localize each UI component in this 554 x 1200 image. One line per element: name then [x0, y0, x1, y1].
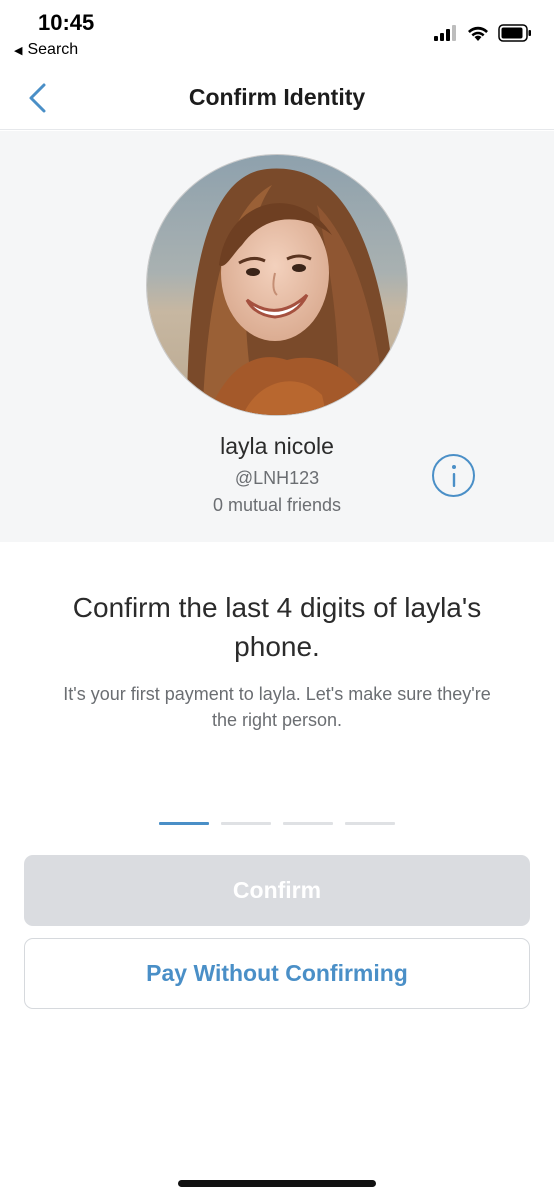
- pay-without-confirming-button[interactable]: Pay Without Confirming: [24, 938, 530, 1009]
- digit-slot-2[interactable]: [221, 822, 271, 825]
- profile-card: layla nicole @LNH123 0 mutual friends: [0, 131, 554, 542]
- status-time: 10:45: [38, 10, 95, 35]
- back-app-label: Search: [27, 41, 79, 58]
- profile-name: layla nicole: [220, 433, 334, 459]
- info-button[interactable]: [432, 454, 475, 497]
- home-indicator[interactable]: [178, 1180, 376, 1187]
- mutual-friends-count: 0 mutual friends: [212, 495, 342, 515]
- status-icons: [434, 24, 532, 42]
- avatar: [146, 154, 408, 416]
- status-bar: 10:45 ◀ Search: [0, 0, 554, 68]
- back-to-app-link[interactable]: ◀ Search: [14, 41, 78, 59]
- nav-bar: Confirm Identity: [0, 68, 554, 130]
- signal-icon: [434, 25, 456, 41]
- info-icon: [451, 464, 456, 487]
- wifi-icon: [468, 26, 488, 41]
- digit-slot-4[interactable]: [345, 822, 395, 825]
- digit-entry[interactable]: [159, 822, 395, 825]
- confirm-headline: Confirm the last 4 digits of layla's pho…: [72, 592, 482, 662]
- back-triangle-icon: ◀: [14, 44, 23, 57]
- confirm-button[interactable]: Confirm: [24, 855, 530, 926]
- digit-slot-1[interactable]: [159, 822, 209, 825]
- digit-slot-3[interactable]: [283, 822, 333, 825]
- page-title: Confirm Identity: [188, 84, 366, 110]
- avatar-photo: [147, 155, 407, 415]
- battery-icon: [498, 24, 531, 42]
- confirm-subtext: It's your first payment to layla. Let's …: [63, 684, 491, 730]
